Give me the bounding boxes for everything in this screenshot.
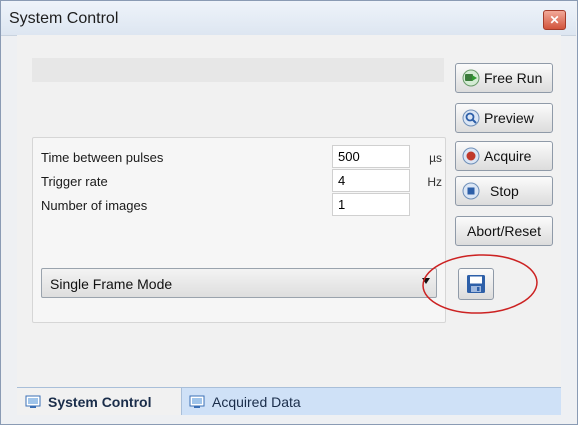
chevron-down-icon[interactable] <box>422 278 430 284</box>
preview-button[interactable]: Preview <box>455 103 553 133</box>
tab-system-control-label: System Control <box>48 393 152 410</box>
abort-reset-button[interactable]: Abort/Reset <box>455 216 553 246</box>
abort-reset-label: Abort/Reset <box>467 223 541 239</box>
free-run-label: Free Run <box>484 70 543 86</box>
stop-label: Stop <box>490 183 519 199</box>
stop-icon <box>462 182 480 200</box>
number-of-images-input[interactable] <box>332 193 410 216</box>
trigger-rate-unit: Hz <box>427 175 442 189</box>
number-of-images-label: Number of images <box>41 198 148 213</box>
acquire-button[interactable]: Acquire <box>455 141 553 171</box>
stop-button[interactable]: Stop <box>455 176 553 206</box>
floppy-disk-icon <box>467 275 485 293</box>
window-title: System Control <box>9 10 119 27</box>
close-icon: ✕ <box>549 13 560 27</box>
close-button[interactable]: ✕ <box>543 10 566 30</box>
time-between-pulses-input[interactable] <box>332 145 410 168</box>
tab-system-control[interactable]: System Control <box>17 388 182 415</box>
acquire-label: Acquire <box>484 148 532 164</box>
tab-acquired-data[interactable]: Acquired Data <box>185 388 335 415</box>
status-strip <box>32 58 444 82</box>
acquired-data-icon <box>189 395 205 408</box>
camera-play-icon <box>462 69 480 87</box>
trigger-rate-label: Trigger rate <box>41 174 108 189</box>
free-run-button[interactable]: Free Run <box>455 63 553 93</box>
time-between-pulses-unit: µs <box>429 151 442 165</box>
system-control-icon <box>25 395 41 408</box>
time-between-pulses-label: Time between pulses <box>41 150 164 165</box>
acquisition-mode-value: Single Frame Mode <box>50 276 173 292</box>
preview-label: Preview <box>484 110 534 126</box>
magnifier-icon <box>462 109 480 127</box>
trigger-rate-input[interactable] <box>332 169 410 192</box>
save-button[interactable] <box>458 268 494 300</box>
acquisition-mode-select[interactable]: Single Frame Mode <box>41 268 437 298</box>
title-bar[interactable]: System Control ✕ <box>1 1 576 36</box>
record-icon <box>462 147 480 165</box>
bottom-tab-bar: System Control Acquired Data <box>17 387 561 415</box>
tab-acquired-data-label: Acquired Data <box>212 393 301 410</box>
